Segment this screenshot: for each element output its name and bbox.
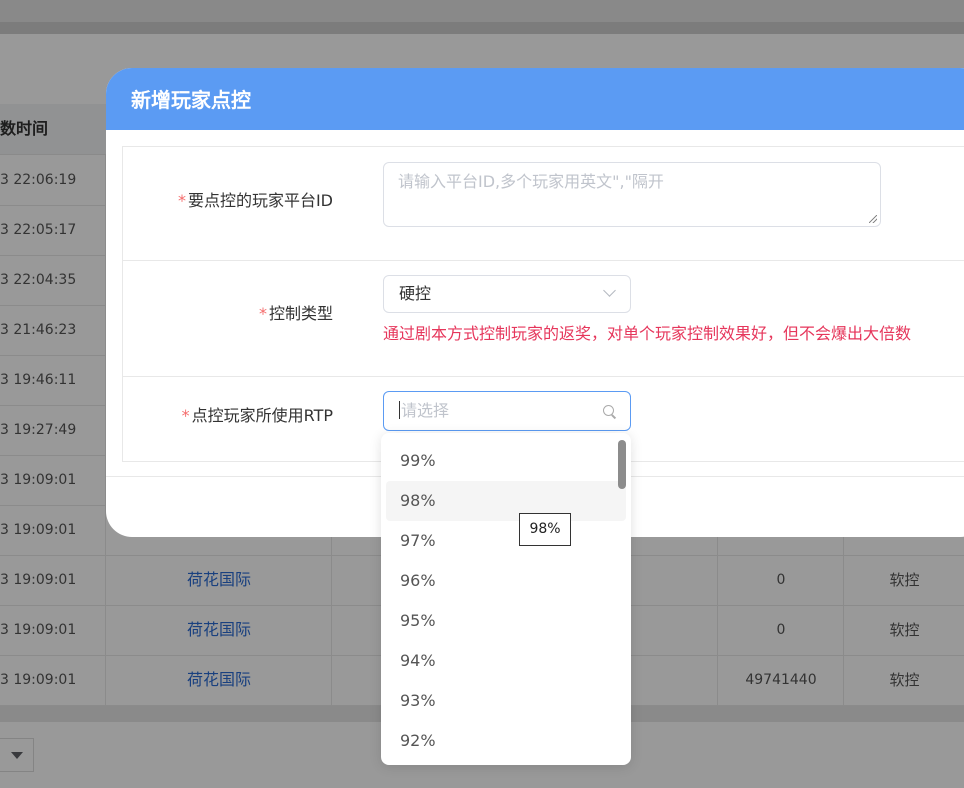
dropdown-scrollbar[interactable] [618,440,626,489]
player-id-placeholder: 请输入平台ID,多个玩家用英文","隔开 [398,172,664,191]
form-row-player-id: * 要点控的玩家平台ID 请输入平台ID,多个玩家用英文","隔开 [123,147,964,261]
rtp-option[interactable]: 94% [386,641,626,681]
rtp-label: * 点控玩家所使用RTP [181,406,333,425]
text-cursor [399,401,400,419]
player-id-textarea[interactable]: 请输入平台ID,多个玩家用英文","隔开 [383,162,881,227]
rtp-option[interactable]: 92% [386,721,626,761]
required-mark: * [258,304,267,323]
dialog-title: 新增玩家点控 [131,88,251,112]
required-mark: * [181,406,190,425]
rtp-option[interactable]: 96% [386,561,626,601]
rtp-option[interactable]: 93% [386,681,626,721]
control-type-hint: 通过剧本方式控制玩家的返奖，对单个玩家控制效果好，但不会爆出大倍数 [383,324,912,343]
rtp-option[interactable]: 98% [386,481,626,521]
dialog-form: * 要点控的玩家平台ID 请输入平台ID,多个玩家用英文","隔开 * 控制类型 硬… [122,146,964,462]
player-id-label: * 要点控的玩家平台ID [177,191,333,210]
control-type-value: 硬控 [399,284,432,303]
control-type-select[interactable]: 硬控 [383,275,631,313]
rtp-select[interactable]: 请选择 [383,391,631,431]
rtp-option[interactable]: 95% [386,601,626,641]
search-icon [603,405,614,416]
form-row-control-type: * 控制类型 硬控 通过剧本方式控制玩家的返奖，对单个玩家控制效果好，但不会爆出大… [123,260,964,377]
control-type-label: * 控制类型 [258,304,333,323]
required-mark: * [177,191,186,210]
dialog-header: 新增玩家点控 [106,68,964,130]
chevron-down-icon [603,284,616,297]
rtp-dropdown: 99% 98% 97% 96% 95% 94% 93% 92% [381,433,631,765]
rtp-placeholder: 请选择 [401,401,450,420]
rtp-option[interactable]: 97% [386,521,626,561]
rtp-option[interactable]: 99% [386,441,626,481]
resize-handle[interactable] [869,215,877,223]
option-tooltip: 98% [519,513,571,546]
